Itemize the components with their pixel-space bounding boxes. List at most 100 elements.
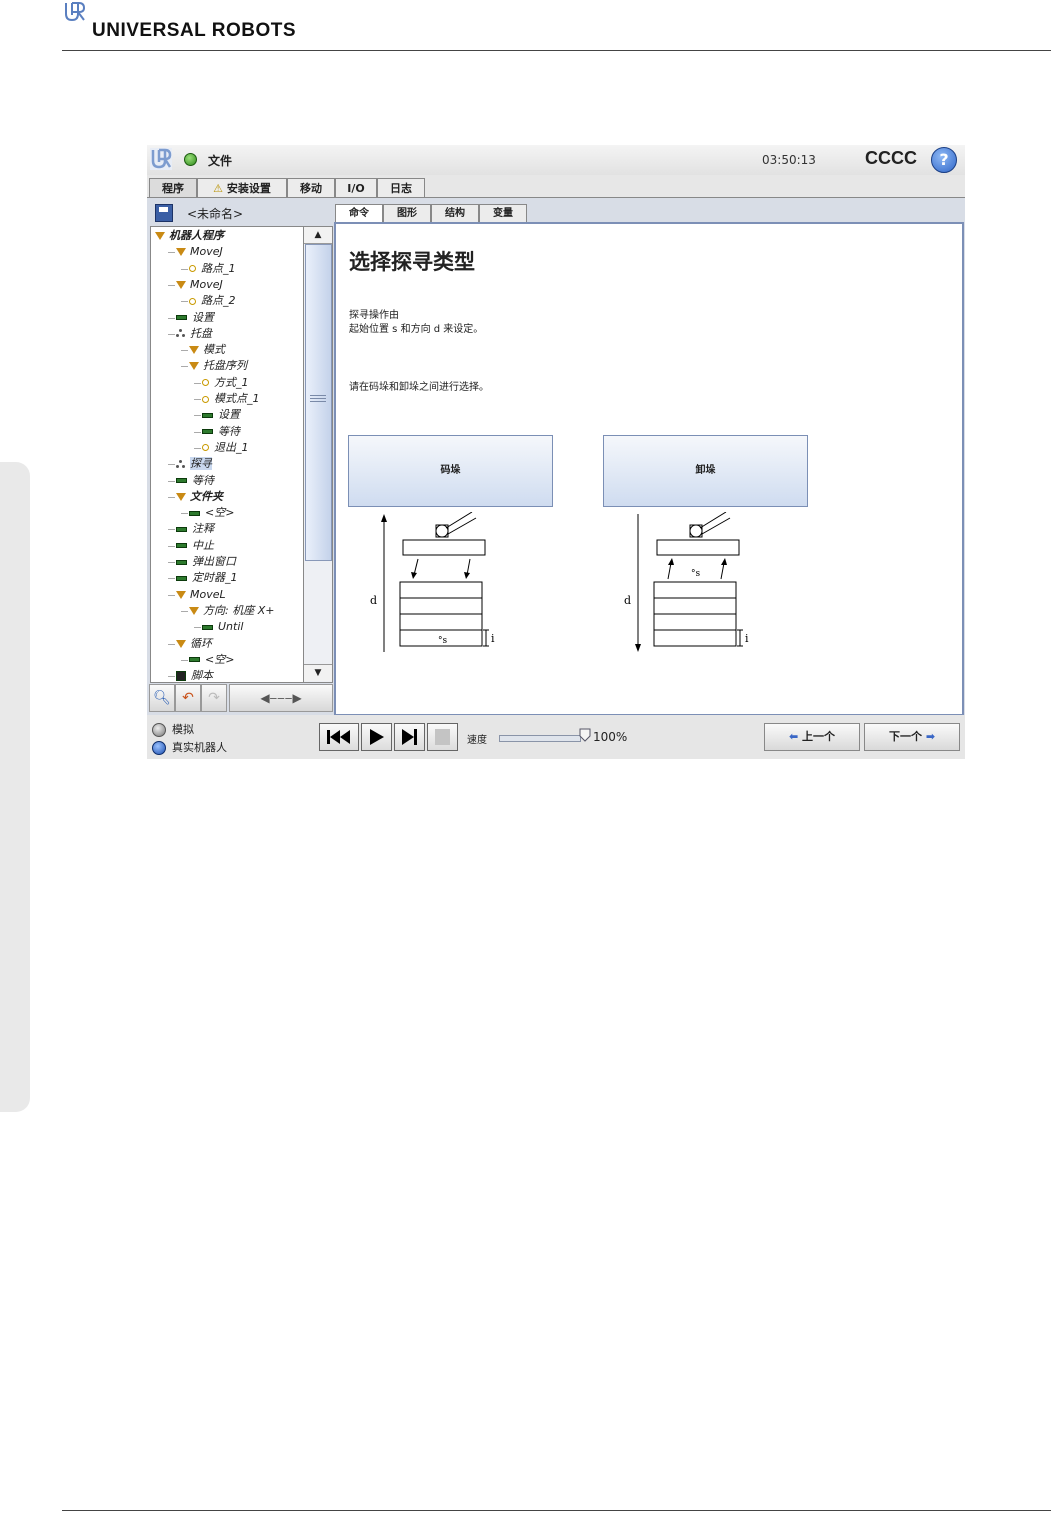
destacking-diagram: d °s i xyxy=(624,512,749,652)
tree-connector xyxy=(194,399,201,400)
destack-button[interactable]: 卸垛 xyxy=(603,435,808,507)
command-bar-icon xyxy=(176,543,187,549)
tree-node-label: 模式 xyxy=(203,343,225,357)
subtab-variables[interactable]: 变量 xyxy=(479,204,527,222)
next-button[interactable]: 下一个 ➡ xyxy=(864,723,960,751)
file-menu[interactable]: 文件 xyxy=(208,152,232,169)
tree-node[interactable]: 退出_1 xyxy=(202,440,249,456)
play-button[interactable] xyxy=(361,723,392,751)
tab-installation[interactable]: ⚠ 安装设置 xyxy=(197,178,287,198)
tree-node[interactable]: 探寻 xyxy=(176,456,212,472)
tree-connector xyxy=(168,317,175,319)
real-robot-radio-icon[interactable] xyxy=(152,741,166,755)
tree-node[interactable]: 模式 xyxy=(189,342,225,358)
tree-node[interactable]: 路点_1 xyxy=(189,261,236,277)
ur-logo-icon[interactable] xyxy=(150,148,172,170)
status-green-dot-icon xyxy=(184,153,197,166)
command-bar-icon xyxy=(189,510,200,516)
arrow-right-icon: ➡ xyxy=(925,730,936,743)
tree-node[interactable]: 定时器_1 xyxy=(176,570,238,586)
tree-node[interactable]: <空> xyxy=(189,505,234,521)
tree-node[interactable]: 注释 xyxy=(176,521,214,537)
save-icon[interactable] xyxy=(155,204,173,222)
waypoint-icon xyxy=(202,395,209,403)
undo-icon[interactable]: ↶ xyxy=(175,684,201,712)
tree-node[interactable]: 中止 xyxy=(176,538,214,554)
scroll-thumb[interactable] xyxy=(305,244,332,561)
tree-node[interactable]: MoveJ xyxy=(176,244,223,260)
tree-node[interactable]: 文件夹 xyxy=(176,489,223,505)
scroll-down-icon[interactable]: ▼ xyxy=(304,664,332,681)
tree-connector xyxy=(194,431,201,433)
tree-node[interactable]: 弹出窗口 xyxy=(176,554,236,570)
tab-label: 程序 xyxy=(162,182,184,195)
tree-node[interactable]: 模式点_1 xyxy=(202,391,260,407)
clock: 03:50:13 xyxy=(762,153,816,167)
tree-node[interactable]: 方式_1 xyxy=(202,375,249,391)
instruction-text: 请在码垛和卸垛之间进行选择。 xyxy=(349,382,489,393)
help-icon[interactable]: ? xyxy=(931,147,957,173)
tree-node-label: 设置 xyxy=(218,408,240,422)
tree-node[interactable]: 路点_2 xyxy=(189,293,236,309)
tree-connector xyxy=(181,366,188,368)
tree-connector xyxy=(168,284,175,286)
tree-node[interactable]: 机器人程序 xyxy=(155,228,224,244)
triangle-node-icon xyxy=(189,346,199,355)
tree-node[interactable]: 托盘 xyxy=(176,326,212,342)
tree-node[interactable]: 等待 xyxy=(202,424,240,440)
tree-connector xyxy=(181,610,188,612)
tree-node[interactable]: 脚本 xyxy=(176,668,213,682)
command-content: 选择探寻类型 探寻操作由 起始位置 s 和方向 d 来设定。 请在码垛和卸垛之间… xyxy=(334,222,964,716)
subtab-command[interactable]: 命令 xyxy=(335,204,383,224)
tab-log[interactable]: 日志 xyxy=(377,178,425,198)
tree-connector xyxy=(194,447,201,449)
tree-node[interactable]: 设置 xyxy=(202,407,240,423)
tree-node[interactable]: 循环 xyxy=(176,636,212,652)
command-bar-icon xyxy=(202,412,213,418)
speed-slider-thumb-icon[interactable] xyxy=(579,728,591,742)
tree-node-label: 方向: 机座 X+ xyxy=(203,603,275,617)
step-button[interactable] xyxy=(394,723,425,751)
tree-connector xyxy=(168,480,175,482)
tree-node[interactable]: 方向: 机座 X+ xyxy=(189,603,274,619)
page-title: 选择探寻类型 xyxy=(349,249,475,274)
speed-slider[interactable] xyxy=(499,735,581,742)
tree-node-label: 托盘 xyxy=(190,326,212,340)
triangle-node-icon xyxy=(155,232,165,240)
mode-simulate[interactable]: 模拟 xyxy=(152,721,194,737)
program-tree[interactable]: 机器人程序 MoveJ 路点_1 MoveJ 路点_2 设置 托盘 模式 托盘序列 方式_1 模式点… xyxy=(150,226,304,683)
stop-button[interactable] xyxy=(427,723,458,751)
previous-button[interactable]: ⬅ 上一个 xyxy=(764,723,860,751)
diagram-i-label: i xyxy=(745,632,749,645)
tree-node[interactable]: MoveJ xyxy=(176,277,223,293)
tree-connector xyxy=(168,464,175,466)
redo-icon[interactable]: ↷ xyxy=(201,684,227,712)
tab-io[interactable]: I/O xyxy=(335,178,377,198)
tree-connector xyxy=(181,659,188,661)
tree-node-label: 中止 xyxy=(192,538,214,552)
subtab-structure[interactable]: 结构 xyxy=(431,204,479,222)
tree-node[interactable]: Until xyxy=(202,619,243,635)
tree-node[interactable]: 托盘序列 xyxy=(189,358,247,374)
tree-node-label: <空> xyxy=(205,652,235,666)
tree-node[interactable]: MoveL xyxy=(176,587,226,603)
rewind-button[interactable] xyxy=(319,723,359,751)
scroll-up-icon[interactable]: ▲ xyxy=(304,227,332,244)
tree-connector xyxy=(194,382,201,384)
tree-node[interactable]: 设置 xyxy=(176,310,214,326)
simulate-radio-icon[interactable] xyxy=(152,723,166,737)
tree-scrollbar[interactable]: ▲ ▼ xyxy=(303,226,333,683)
brand-name: UNIVERSAL ROBOTS xyxy=(92,20,297,41)
program-panel: <未命名> 机器人程序 MoveJ 路点_1 MoveJ 路点_2 设置 托盘 模式 托盘序列方… xyxy=(147,197,965,716)
mode-real-robot[interactable]: 真实机器人 xyxy=(152,739,227,755)
tree-node[interactable]: 等待 xyxy=(176,473,214,489)
tree-connector xyxy=(168,545,175,547)
tree-node-label: 路点_2 xyxy=(201,294,236,308)
stack-button[interactable]: 码垛 xyxy=(348,435,553,507)
tree-node[interactable]: <空> xyxy=(189,652,234,668)
move-node-arrows-icon[interactable]: ◀‒‒‒▶ xyxy=(229,684,333,712)
search-icon[interactable]: 🔍︎ xyxy=(149,684,175,712)
tree-node-label: MoveJ xyxy=(190,245,223,259)
tab-move[interactable]: 移动 xyxy=(287,178,335,198)
subtab-graphics[interactable]: 图形 xyxy=(383,204,431,222)
